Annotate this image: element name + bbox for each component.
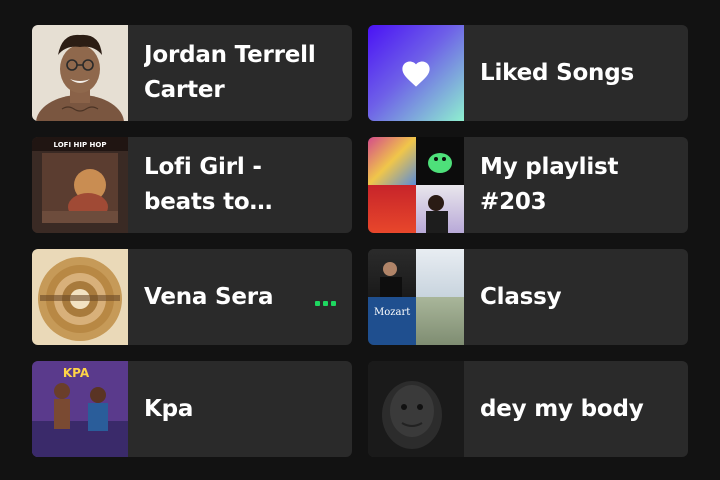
cover-text: Mozart <box>374 307 410 318</box>
shortcut-card-kpa[interactable]: KPA Kpa <box>32 361 352 457</box>
now-playing-indicator <box>315 301 336 306</box>
card-title: Jordan Terrell Carter <box>144 42 316 103</box>
card-title: Liked Songs <box>480 59 634 86</box>
shortcut-grid: Jordan Terrell Carter Liked Songs LOFI H… <box>32 25 688 457</box>
tunnel-cover <box>32 249 128 345</box>
card-title: My playlist #203 <box>480 154 619 215</box>
mosaic-tile <box>416 185 464 233</box>
mosaic-tile <box>368 249 416 297</box>
shortcut-card-dey-my-body[interactable]: dey my body <box>368 361 688 457</box>
shortcut-card-vena-sera[interactable]: Vena Sera <box>32 249 352 345</box>
card-title: Kpa <box>144 395 194 422</box>
card-title: Vena Sera <box>144 283 274 310</box>
card-title: Lofi Girl - beats to relax/study to <box>144 154 262 215</box>
mosaic-tile <box>416 137 464 185</box>
playlist-mosaic-cover <box>368 137 464 233</box>
mosaic-tile <box>416 249 464 297</box>
kpa-cover: KPA <box>32 361 128 457</box>
mosaic-tile <box>416 297 464 345</box>
cover-text: LOFI HIP HOP <box>54 141 107 149</box>
card-title: Classy <box>480 283 562 310</box>
dark-portrait-cover <box>368 361 464 457</box>
equalizer-bar <box>315 301 320 306</box>
playlist-mosaic-cover: Mozart <box>368 249 464 345</box>
cover-text: KPA <box>63 366 90 380</box>
equalizer-bar <box>323 301 328 306</box>
lofi-cover: LOFI HIP HOP <box>32 137 128 233</box>
heart-icon <box>402 61 430 87</box>
card-title: dey my body <box>480 395 644 422</box>
shortcut-card-liked-songs[interactable]: Liked Songs <box>368 25 688 121</box>
artist-portrait-cover <box>32 25 128 121</box>
shortcut-card-my-playlist-203[interactable]: My playlist #203 <box>368 137 688 233</box>
mosaic-tile <box>368 185 416 233</box>
shortcut-card-jordan-terrell-carter[interactable]: Jordan Terrell Carter <box>32 25 352 121</box>
shortcut-card-lofi-girl[interactable]: LOFI HIP HOP Lofi Girl - beats to relax/… <box>32 137 352 233</box>
mosaic-tile <box>368 137 416 185</box>
shortcut-card-classy[interactable]: Mozart Classy <box>368 249 688 345</box>
liked-songs-cover <box>368 25 464 121</box>
mosaic-tile: Mozart <box>368 297 416 345</box>
equalizer-bar <box>331 301 336 306</box>
